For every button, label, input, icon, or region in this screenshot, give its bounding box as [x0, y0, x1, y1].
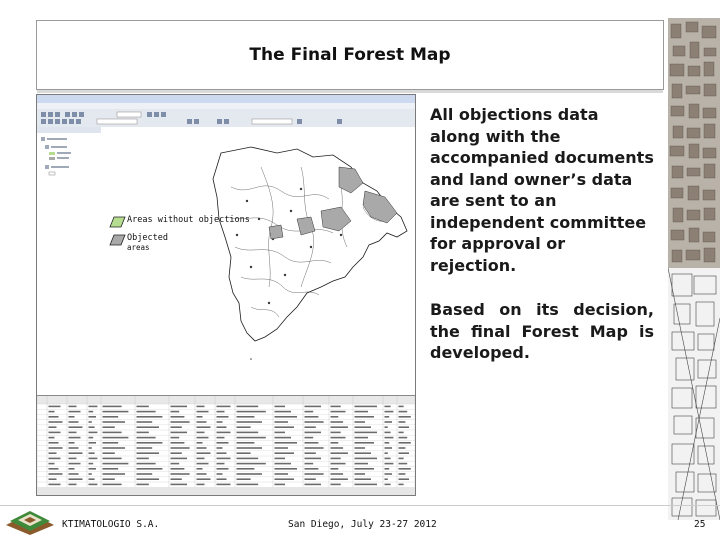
table-of-contents-panel	[37, 127, 102, 393]
cadastral-map-strip	[668, 18, 720, 520]
attribute-table	[37, 395, 415, 488]
bullet-objections-committee: All objections data along with the accom…	[430, 105, 654, 275]
ktimatologio-logo-icon	[6, 511, 54, 535]
gis-application-screenshot: Areas without objections Objected areas	[36, 94, 416, 496]
gis-toolbar	[37, 109, 415, 128]
forest-map-polygon	[212, 146, 408, 342]
legend-swatch-objected-areas	[109, 234, 126, 246]
footer-divider	[0, 505, 720, 506]
slide-title: The Final Forest Map	[249, 45, 451, 65]
footer-organization: KTIMATOLOGIO S.A.	[62, 519, 160, 530]
legend-label-areas-without-objections: Areas without objections	[127, 215, 250, 225]
gis-status-bar	[37, 487, 415, 495]
footer-event: San Diego, July 23-27 2012	[288, 519, 437, 530]
map-view: Areas without objections Objected areas	[101, 127, 415, 393]
legend-swatch-areas-without-objections	[109, 216, 126, 228]
slide-title-box: The Final Forest Map	[36, 20, 664, 93]
legend-label-areas: areas	[127, 243, 150, 252]
bullet-final-forest-map: Based on its decision, the final Forest …	[430, 300, 654, 362]
page-number: 25	[694, 519, 706, 530]
gis-window-titlebar	[37, 95, 415, 103]
legend-label-objected: Objected	[127, 233, 168, 243]
